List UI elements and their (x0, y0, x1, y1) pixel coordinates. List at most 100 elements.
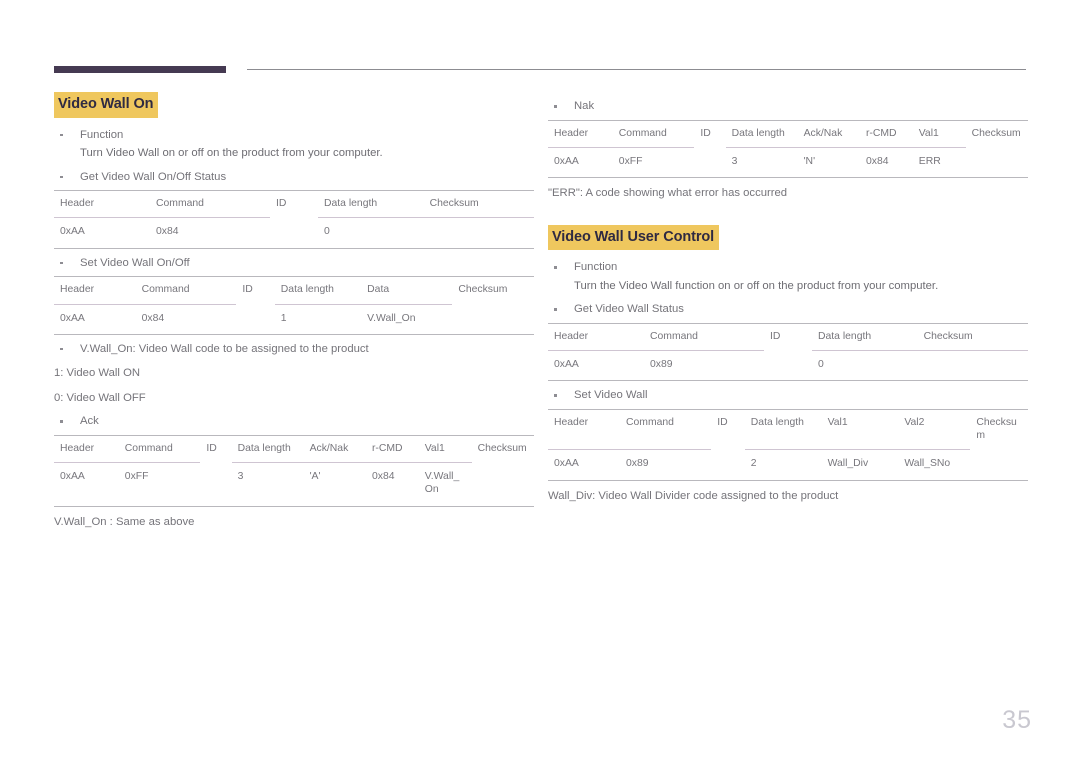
table-header-row: Header Command ID Data length Ack/Nak r-… (54, 434, 534, 463)
function-description: Turn the Video Wall function on or off o… (574, 279, 939, 292)
nak-table: Header Command ID Data length Ack/Nak r-… (548, 119, 1028, 179)
col-header: Val1 (912, 119, 966, 148)
bullet-get-video-wall-onoff-status: Get Video Wall On/Off Status (54, 169, 534, 187)
table-cell: 0xAA (54, 303, 136, 335)
table-cell: 0x84 (150, 217, 270, 249)
table-cell: 0xFF (612, 146, 695, 179)
bullet-vwall-on-code-note: V.Wall_On: Video Wall code to be assigne… (54, 341, 534, 359)
set-video-wall-table-wrap: Header Command ID Data length Val1 Val2 … (548, 408, 1028, 481)
header-rule-line (247, 69, 1026, 70)
table-cell: V.Wall_ On (418, 462, 472, 507)
table-cell (270, 217, 318, 249)
table-cell: 0xAA (548, 146, 613, 179)
table-cell: 0x84 (365, 462, 419, 507)
bullet-set-video-wall: Set Video Wall (548, 387, 1028, 405)
function-label: Function (574, 261, 618, 274)
col-header: ID (270, 190, 318, 218)
table-cell: 0xAA (54, 462, 119, 507)
table-cell (764, 350, 812, 382)
table-cell (694, 147, 726, 179)
col-header: ID (694, 119, 726, 148)
col-header: Ack/Nak (303, 434, 366, 463)
section-heading-video-wall-on-wrap: Video Wall On (54, 92, 534, 118)
left-column: Video Wall On Function Turn Video Wall o… (54, 92, 534, 534)
col-header: Checksum (970, 408, 1028, 450)
col-header: Command (135, 276, 237, 305)
table-header-row: Header Command ID Data length Val1 Val2 … (548, 408, 1028, 450)
col-header: Data length (744, 408, 822, 450)
set-video-wall-table: Header Command ID Data length Val1 Val2 … (548, 408, 1028, 481)
set-onoff-label: Set Video Wall On/Off (80, 256, 190, 269)
col-header: Header (548, 408, 620, 450)
get-video-wall-status-table-wrap: Header Command ID Data length Checksum 0… (548, 322, 1028, 382)
table-cell: 'N' (797, 146, 860, 179)
col-header: Val1 (418, 434, 472, 463)
table-cell: 3 (231, 462, 304, 507)
table-cell (200, 462, 232, 507)
table-cell: Wall_Div (821, 449, 899, 481)
bullet-set-video-wall-onoff: Set Video Wall On/Off (54, 255, 534, 273)
ack-vwall-on-note: V.Wall_On : Same as above (54, 515, 195, 528)
col-header: Checksum (471, 434, 534, 463)
nak-table-wrap: Header Command ID Data length Ack/Nak r-… (548, 119, 1028, 179)
col-header: Val2 (898, 408, 971, 450)
get-video-wall-onoff-table-wrap: Header Command ID Data length Checksum 0… (54, 190, 534, 249)
table-cell (471, 462, 534, 507)
section-heading-video-wall-user-control-wrap: Video Wall User Control (548, 224, 1028, 251)
table-row: 0xAA 0x89 0 (548, 350, 1028, 382)
table-cell: 2 (744, 449, 822, 481)
ack-table: Header Command ID Data length Ack/Nak r-… (54, 434, 534, 507)
table-cell: 0 (318, 217, 424, 249)
set-video-wall-onoff-table-wrap: Header Command ID Data length Data Check… (54, 276, 534, 335)
table-header-row: Header Command ID Data length Checksum (54, 190, 534, 218)
table-cell: 0x89 (644, 350, 764, 382)
table-cell: V.Wall_On (361, 303, 453, 335)
col-header: Data (361, 276, 453, 305)
table-cell (236, 304, 275, 335)
header-accent-bar (54, 66, 226, 73)
get-video-wall-status-table: Header Command ID Data length Checksum 0… (548, 322, 1028, 382)
get-video-wall-onoff-table: Header Command ID Data length Checksum 0… (54, 190, 534, 249)
vwall-on-code-note: V.Wall_On: Video Wall code to be assigne… (80, 342, 369, 355)
col-header: Ack/Nak (797, 119, 860, 148)
table-cell (452, 304, 534, 335)
bullet-nak: Nak (548, 98, 1028, 116)
nak-label: Nak (574, 100, 595, 112)
col-header: Command (644, 322, 764, 351)
col-header: Checksum (423, 190, 534, 218)
function-label: Function (80, 128, 124, 141)
right-column: Nak Header Command ID Data length Ack/Na… (548, 92, 1028, 508)
table-cell (970, 449, 1028, 481)
get-status-label: Get Video Wall Status (574, 303, 684, 316)
table-cell: 0xAA (548, 449, 620, 481)
bullet-get-video-wall-status: Get Video Wall Status (548, 301, 1028, 319)
col-header: Command (118, 434, 201, 463)
table-row: 0xAA 0x84 1 V.Wall_On (54, 303, 534, 335)
code-video-wall-off: 0: Video Wall OFF (54, 391, 146, 404)
page-number: 35 (1002, 706, 1032, 734)
set-video-wall-label: Set Video Wall (574, 389, 648, 402)
col-header: Header (548, 322, 644, 351)
col-header: Checksum (965, 119, 1028, 148)
table-cell: 0xAA (548, 350, 644, 382)
set-video-wall-onoff-table: Header Command ID Data length Data Check… (54, 276, 534, 335)
section-heading-video-wall-user-control: Video Wall User Control (548, 224, 720, 251)
table-header-row: Header Command ID Data length Data Check… (54, 276, 534, 305)
table-cell: 0 (812, 350, 918, 382)
col-header: Command (612, 119, 695, 148)
col-header: Data length (725, 119, 798, 148)
table-row: 0xAA 0x89 2 Wall_Div Wall_SNo (548, 449, 1028, 481)
bullet-function: Function Turn the Video Wall function on… (548, 259, 1028, 295)
table-row: 0xAA 0x84 0 (54, 217, 534, 249)
table-cell: 0x84 (859, 146, 913, 179)
table-cell: 3 (725, 146, 798, 179)
table-cell: 0x89 (620, 449, 712, 481)
col-header: Header (54, 276, 136, 305)
get-status-label: Get Video Wall On/Off Status (80, 170, 227, 183)
col-header: Data length (812, 322, 918, 351)
col-header: r-CMD (365, 434, 419, 463)
col-header: Header (548, 119, 613, 148)
table-cell (917, 350, 1028, 382)
ack-table-wrap: Header Command ID Data length Ack/Nak r-… (54, 434, 534, 507)
table-cell: 0x84 (135, 303, 237, 335)
